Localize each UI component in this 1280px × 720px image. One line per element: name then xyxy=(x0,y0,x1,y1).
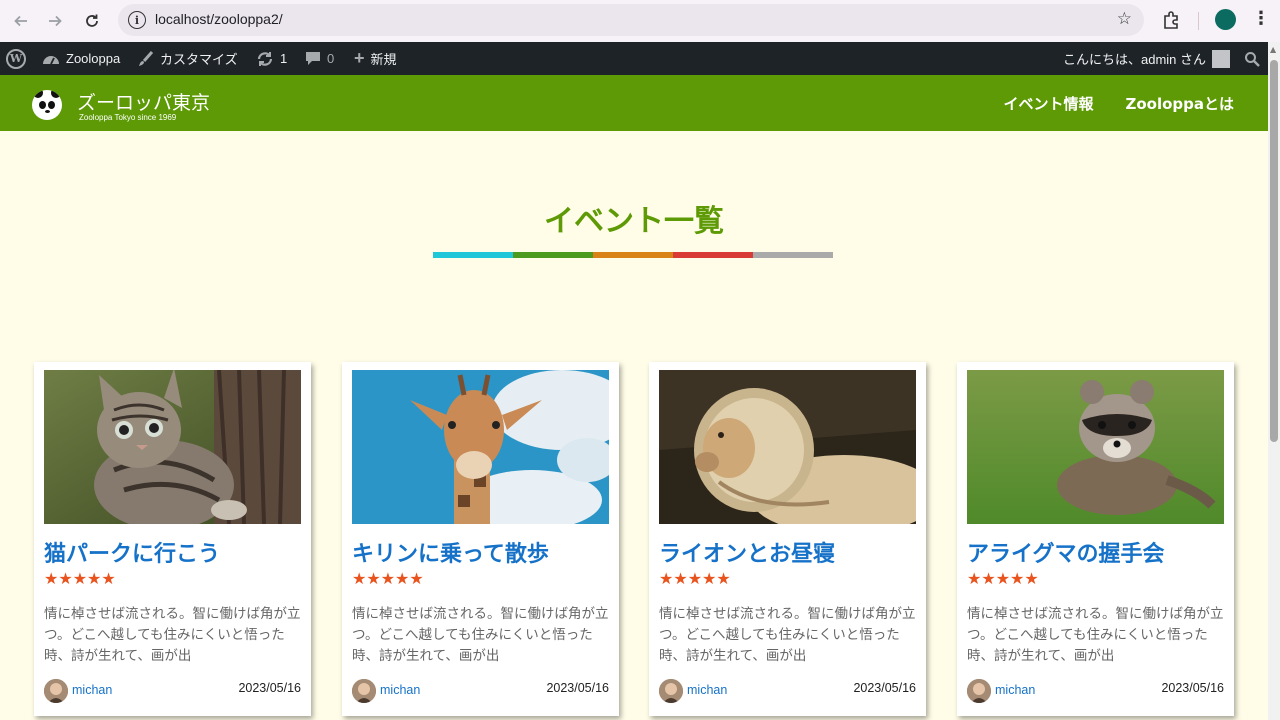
site-tagline: Zooloppa Tokyo since 1969 xyxy=(79,113,177,122)
author-avatar[interactable] xyxy=(44,679,68,703)
extensions-icon[interactable] xyxy=(1160,8,1184,32)
profile-avatar[interactable] xyxy=(1215,9,1236,30)
adminbar-customize[interactable]: カスタマイズ xyxy=(138,42,238,75)
adminbar-new-label: 新規 xyxy=(370,52,397,67)
author-avatar[interactable] xyxy=(659,679,683,703)
forward-arrow-icon[interactable] xyxy=(42,8,68,34)
kitten-photo[interactable] xyxy=(44,370,301,524)
card-date: 2023/05/16 xyxy=(546,681,609,695)
wp-logo-icon[interactable]: W xyxy=(6,42,26,75)
scroll-up-arrow-icon[interactable]: ▲ xyxy=(1270,45,1276,54)
adminbar-comments[interactable]: 0 xyxy=(305,42,334,75)
title-bar-segment xyxy=(673,252,753,258)
reload-icon[interactable] xyxy=(79,8,105,34)
dashboard-icon xyxy=(43,55,59,64)
card-author[interactable]: michan xyxy=(72,683,112,697)
card-date: 2023/05/16 xyxy=(853,681,916,695)
site-title[interactable]: ズーロッパ東京 xyxy=(77,88,210,115)
plus-icon: + xyxy=(354,48,365,68)
adminbar-customize-label: カスタマイズ xyxy=(160,52,238,67)
nav-item-events[interactable]: イベント情報 xyxy=(1003,93,1093,114)
adminbar-new[interactable]: + 新規 xyxy=(354,42,397,75)
card-title[interactable]: ライオンとお昼寝 xyxy=(659,536,835,568)
event-card[interactable]: ライオンとお昼寝 ★★★★★ 情に棹させば流される。智に働けば角が立つ。どこへ越… xyxy=(649,362,926,716)
event-card[interactable]: 猫パークに行こう ★★★★★ 情に棹させば流される。智に働けば角が立つ。どこへ越… xyxy=(34,362,311,716)
address-bar[interactable]: i localhost/zooloppa2/ ☆ xyxy=(118,4,1144,36)
site-nav: イベント情報 Zooloppaとは xyxy=(1003,93,1234,114)
event-card[interactable]: キリンに乗って散歩 ★★★★★ 情に棹させば流される。智に働けば角が立つ。どこへ… xyxy=(342,362,619,716)
card-author[interactable]: michan xyxy=(687,683,727,697)
back-arrow-icon[interactable] xyxy=(8,8,34,34)
title-underline-bar xyxy=(433,252,833,258)
adminbar-greeting: こんにちは、admin さん xyxy=(1063,52,1207,67)
adminbar-search-icon[interactable] xyxy=(1244,42,1260,75)
wp-admin-bar: W Zooloppa カスタマイズ 1 0 + 新規 こんにちは、admin さ… xyxy=(0,42,1268,75)
star-rating-icon: ★★★★★ xyxy=(44,569,116,588)
comment-bubble-icon xyxy=(306,52,320,65)
panda-logo-icon[interactable] xyxy=(32,90,62,120)
more-menu-icon[interactable]: ⋮ xyxy=(1252,8,1270,29)
bookmark-star-icon[interactable]: ☆ xyxy=(1117,9,1132,29)
page-title: イベント一覧 xyxy=(544,204,724,239)
giraffe-photo[interactable] xyxy=(352,370,609,524)
card-title[interactable]: 猫パークに行こう xyxy=(44,536,220,568)
site-header: ズーロッパ東京 Zooloppa Tokyo since 1969 イベント情報… xyxy=(0,75,1268,131)
raccoon-photo[interactable] xyxy=(967,370,1224,524)
adminbar-account[interactable]: こんにちは、admin さん xyxy=(1063,42,1231,75)
brush-icon xyxy=(139,50,154,66)
page-scrollbar[interactable]: ▲ xyxy=(1268,42,1280,720)
author-avatar[interactable] xyxy=(352,679,376,703)
card-excerpt: 情に棹させば流される。智に働けば角が立つ。どこへ越しても住みにくいと悟った時、詩… xyxy=(352,606,609,664)
title-bar-segment xyxy=(433,252,513,258)
card-date: 2023/05/16 xyxy=(1161,681,1224,695)
card-date: 2023/05/16 xyxy=(238,681,301,695)
card-excerpt: 情に棹させば流される。智に働けば角が立つ。どこへ越しても住みにくいと悟った時、詩… xyxy=(659,606,916,664)
card-excerpt: 情に棹させば流される。智に働けば角が立つ。どこへ越しても住みにくいと悟った時、詩… xyxy=(44,606,301,664)
url-text[interactable]: localhost/zooloppa2/ xyxy=(155,11,283,27)
title-bar-segment xyxy=(593,252,673,258)
card-excerpt: 情に棹させば流される。智に働けば角が立つ。どこへ越しても住みにくいと悟った時、詩… xyxy=(967,606,1224,664)
lion-photo[interactable] xyxy=(659,370,916,524)
adminbar-updates[interactable]: 1 xyxy=(256,42,287,75)
adminbar-comments-count: 0 xyxy=(327,51,335,66)
toolbar-separator xyxy=(1198,12,1199,30)
site-info-icon[interactable]: i xyxy=(128,11,146,29)
title-bar-segment xyxy=(513,252,593,258)
star-rating-icon: ★★★★★ xyxy=(967,569,1039,588)
author-avatar[interactable] xyxy=(967,679,991,703)
star-rating-icon: ★★★★★ xyxy=(659,569,731,588)
card-title[interactable]: アライグマの握手会 xyxy=(967,536,1165,568)
browser-toolbar: i localhost/zooloppa2/ ☆ ⋮ xyxy=(0,0,1280,42)
updates-icon xyxy=(257,51,273,66)
card-author[interactable]: michan xyxy=(995,683,1035,697)
scroll-thumb[interactable] xyxy=(1270,60,1278,442)
star-rating-icon: ★★★★★ xyxy=(352,569,424,588)
nav-item-about[interactable]: Zooloppaとは xyxy=(1125,93,1234,114)
adminbar-updates-count: 1 xyxy=(280,51,288,66)
card-title[interactable]: キリンに乗って散歩 xyxy=(352,536,549,568)
event-card[interactable]: アライグマの握手会 ★★★★★ 情に棹させば流される。智に働けば角が立つ。どこへ… xyxy=(957,362,1234,716)
card-author[interactable]: michan xyxy=(380,683,420,697)
title-bar-segment xyxy=(753,252,833,258)
adminbar-site-link[interactable]: Zooloppa xyxy=(42,42,120,75)
admin-avatar xyxy=(1212,49,1231,68)
adminbar-site-name: Zooloppa xyxy=(66,51,121,66)
